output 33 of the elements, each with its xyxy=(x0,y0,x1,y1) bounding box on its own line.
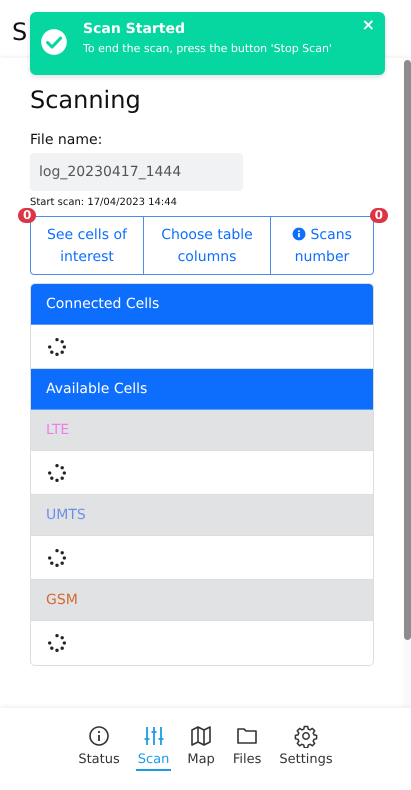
count-badge: 0 xyxy=(370,208,388,223)
section-header: Available Cells xyxy=(31,369,373,410)
loading-spinner-icon xyxy=(46,462,68,484)
nav-tab[interactable]: Status xyxy=(76,724,122,769)
info-icon xyxy=(87,724,112,748)
page-title: S xyxy=(12,19,28,45)
settings-icon xyxy=(294,724,318,748)
nav-tab[interactable]: Map xyxy=(185,724,217,769)
info-icon xyxy=(292,226,306,240)
toast-title: Scan Started xyxy=(83,21,186,37)
band-header: LTE xyxy=(31,410,373,451)
section-header: Connected Cells xyxy=(31,284,373,325)
count-badge: 0 xyxy=(18,208,36,223)
map-icon xyxy=(189,724,214,748)
page-heading: Scanning xyxy=(30,85,142,116)
action-button[interactable]: Scans number xyxy=(270,216,374,275)
input-field[interactable]: log_20230417_1444 xyxy=(30,153,243,191)
action-button[interactable]: See cells of interest xyxy=(30,216,144,275)
field-label: File name: xyxy=(30,132,104,148)
scrollbar[interactable] xyxy=(403,58,411,708)
scrollbar-thumb[interactable] xyxy=(404,60,410,640)
sliders-icon xyxy=(142,724,166,748)
check-circle-icon xyxy=(40,28,68,56)
loading-spinner-icon xyxy=(46,632,68,654)
nav-tab[interactable]: Files xyxy=(230,724,264,769)
loading-spinner-icon xyxy=(46,546,68,568)
start-scan-text: Start scan: 17/04/2023 14:44 xyxy=(30,197,178,208)
band-header: UMTS xyxy=(31,495,373,536)
band-header: GSM xyxy=(31,580,373,621)
action-button[interactable]: Choose table columns xyxy=(143,216,271,275)
nav-tab[interactable]: Settings xyxy=(277,724,335,769)
loading-spinner-icon xyxy=(46,336,68,358)
toast-message: To end the scan, press the button 'Stop Scan' xyxy=(83,42,333,55)
